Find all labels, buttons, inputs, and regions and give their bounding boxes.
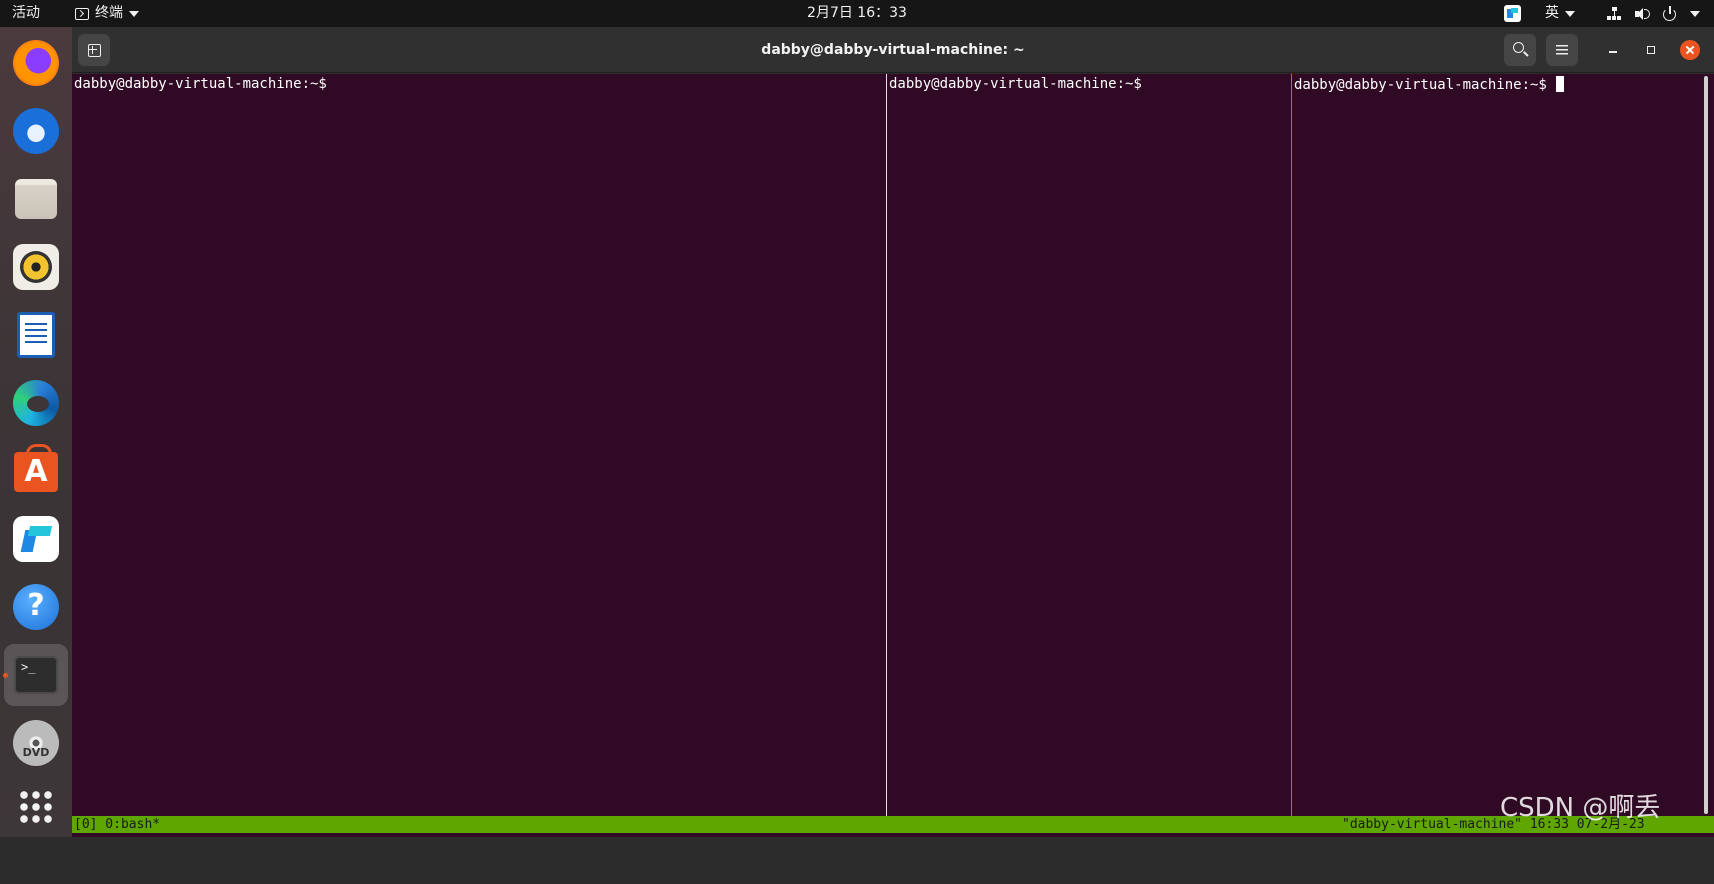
shell-prompt: dabby@dabby-virtual-machine:~$ <box>1294 77 1556 93</box>
edge-icon <box>13 380 59 426</box>
running-indicator <box>3 673 8 678</box>
input-method-label: 英 <box>1545 5 1559 21</box>
dock-item-thunderbird[interactable] <box>8 103 64 159</box>
rhythmbox-icon <box>13 244 59 290</box>
minimize-button[interactable] <box>1604 41 1622 59</box>
help-icon <box>13 584 59 630</box>
software-icon <box>14 444 58 492</box>
new-tab-button[interactable] <box>78 34 110 66</box>
watermark: CSDN @啊丢 <box>1500 793 1661 823</box>
text-cursor <box>1556 76 1565 92</box>
search-icon <box>1513 42 1524 53</box>
window-title: dabby@dabby-virtual-machine: ~ <box>761 42 1025 58</box>
search-button[interactable] <box>1504 34 1536 66</box>
files-icon <box>15 179 57 219</box>
todesk-tray-icon[interactable] <box>1504 5 1521 22</box>
close-button[interactable] <box>1680 40 1700 60</box>
clock[interactable]: 2月7日 16：33 <box>0 0 1714 27</box>
writer-icon <box>17 312 55 358</box>
scrollbar[interactable] <box>1704 76 1708 814</box>
top-bar: 活动 终端 2月7日 16：33 英 <box>0 0 1714 27</box>
system-menu[interactable] <box>1606 0 1700 27</box>
maximize-button[interactable] <box>1642 41 1660 59</box>
dock-item-software[interactable] <box>8 441 64 497</box>
terminal-window: dabby@dabby-virtual-machine: ~ dabby@dab… <box>72 27 1714 837</box>
dvd-icon <box>13 720 59 766</box>
terminal-body[interactable]: dabby@dabby-virtual-machine:~$ dabby@dab… <box>72 74 1714 837</box>
shell-prompt: dabby@dabby-virtual-machine:~$ <box>889 76 1151 92</box>
dock-item-rhythmbox[interactable] <box>8 239 64 295</box>
apps-grid-icon <box>18 789 54 825</box>
menu-button[interactable] <box>1546 34 1578 66</box>
input-method-menu[interactable]: 英 <box>1545 0 1575 27</box>
new-tab-icon <box>87 43 101 57</box>
network-icon <box>1606 6 1622 22</box>
chevron-down-icon <box>1565 10 1575 17</box>
todesk-icon <box>13 516 59 562</box>
firefox-icon <box>13 40 59 86</box>
show-apps-button[interactable] <box>8 779 64 835</box>
dock-item-terminal[interactable] <box>4 644 68 706</box>
tmux-pane-1[interactable]: dabby@dabby-virtual-machine:~$ <box>72 74 886 816</box>
dock-item-edge[interactable] <box>8 375 64 431</box>
chevron-down-icon <box>1690 10 1700 17</box>
tmux-pane-3[interactable]: dabby@dabby-virtual-machine:~$ <box>1292 74 1702 816</box>
dock-item-writer[interactable] <box>8 307 64 363</box>
power-icon <box>1662 5 1678 22</box>
dock-item-todesk[interactable] <box>8 511 64 567</box>
shell-prompt: dabby@dabby-virtual-machine:~$ <box>74 76 336 92</box>
terminal-icon <box>14 656 58 694</box>
dock-item-dvd[interactable] <box>8 715 64 771</box>
volume-icon <box>1634 6 1650 22</box>
dock-item-files[interactable] <box>8 171 64 227</box>
hamburger-icon <box>1556 44 1568 56</box>
thunderbird-icon <box>13 108 59 154</box>
tmux-status-bar: [0] 0:bash* "dabby-virtual-machine" 16:3… <box>72 816 1714 833</box>
tmux-pane-2[interactable]: dabby@dabby-virtual-machine:~$ <box>887 74 1291 816</box>
dock-item-firefox[interactable] <box>8 35 64 91</box>
status-window-list: [0] 0:bash* <box>74 817 161 832</box>
header-bar: dabby@dabby-virtual-machine: ~ <box>72 27 1714 73</box>
dock <box>0 27 72 837</box>
dock-item-help[interactable] <box>8 579 64 635</box>
